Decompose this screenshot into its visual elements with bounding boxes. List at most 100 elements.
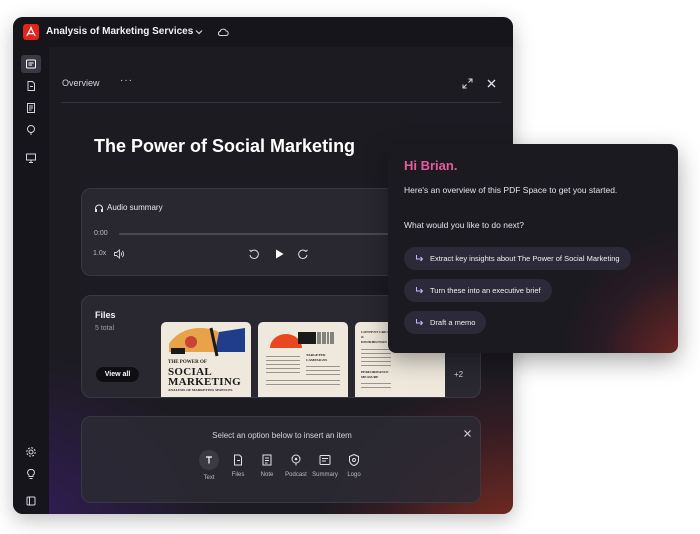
thumbnail-heading-2: CAMPAIGNS	[306, 358, 328, 362]
text-line	[361, 365, 391, 366]
presentation-icon	[26, 153, 36, 163]
suggestion-label: Draft a memo	[430, 318, 476, 327]
text-line	[361, 353, 391, 354]
logo-icon	[349, 453, 359, 467]
text-line	[306, 374, 340, 375]
insert-item-label: Text	[203, 475, 215, 481]
text-line	[266, 372, 300, 373]
thumbnail-artwork	[166, 326, 246, 357]
rewind-icon[interactable]	[248, 248, 260, 260]
insert-files-button[interactable]: Files	[223, 453, 253, 478]
assistant-panel: Hi Brian. Here's an overview of this PDF…	[388, 144, 678, 353]
text-line	[266, 364, 300, 365]
insert-item-card: Select an option below to insert an item…	[81, 416, 481, 503]
title-bar: Analysis of Marketing Services	[13, 17, 513, 47]
thumbnail-heading-1: THE POWER OF	[168, 360, 207, 365]
text-line	[306, 370, 340, 371]
insert-item-label: Summary	[312, 472, 338, 478]
insert-logo-button[interactable]: Logo	[339, 453, 369, 478]
sidebar-settings-button[interactable]	[23, 444, 39, 460]
thumbnail-heading-3: MARKETING	[168, 376, 241, 388]
thumbnail-heading-2: &	[361, 335, 364, 339]
expand-icon[interactable]	[462, 78, 473, 89]
close-icon[interactable]	[463, 429, 472, 438]
assistant-question: What would you like to do next?	[404, 220, 525, 230]
more-options-button[interactable]: ···	[120, 75, 133, 86]
assistant-intro: Here's an overview of this PDF Space to …	[404, 185, 618, 195]
headphones-icon	[95, 204, 103, 212]
text-line	[361, 361, 391, 362]
cloud-icon[interactable]	[216, 25, 230, 39]
lightbulb-icon	[27, 469, 35, 479]
insert-prompt: Select an option below to insert an item	[212, 431, 352, 440]
summary-icon	[319, 455, 331, 465]
play-icon[interactable]	[273, 248, 285, 260]
document-title[interactable]: Analysis of Marketing Services	[46, 26, 193, 37]
sidebar-toggle-button[interactable]	[23, 493, 39, 509]
text-line	[266, 360, 300, 361]
page-title: The Power of Social Marketing	[94, 136, 356, 156]
text-line	[266, 356, 300, 357]
suggestion-chip[interactable]: Extract key insights about The Power of …	[404, 247, 631, 270]
text-icon	[199, 450, 219, 470]
sidebar-overview-button[interactable]	[21, 55, 41, 73]
text-line	[361, 387, 391, 388]
chevron-down-icon[interactable]	[193, 26, 205, 38]
suggestion-label: Turn these into an executive brief	[430, 286, 541, 295]
thumbnail-heading-3: DISTRIBUTION	[361, 340, 387, 344]
sidebar-present-button[interactable]	[23, 150, 39, 166]
fast-forward-icon[interactable]	[297, 248, 309, 260]
text-line	[266, 368, 300, 369]
volume-icon[interactable]	[113, 248, 125, 260]
file-thumbnail[interactable]: TARGETED CAMPAIGNS	[258, 322, 348, 397]
files-icon	[27, 81, 35, 91]
suggestion-chip[interactable]: Draft a memo	[404, 311, 487, 334]
thumbnail-heading-5: MEASURE	[361, 375, 379, 379]
sidebar-podcast-button[interactable]	[23, 122, 39, 138]
audio-summary-label: Audio summary	[107, 203, 163, 212]
acrobat-logo-icon	[23, 24, 39, 40]
text-line	[266, 384, 340, 385]
reply-arrow-icon	[416, 287, 424, 294]
suggestion-label: Extract key insights about The Power of …	[430, 254, 620, 263]
insert-note-button[interactable]: Note	[252, 453, 282, 478]
left-sidebar	[13, 47, 49, 514]
thumbnail-artwork	[270, 332, 334, 348]
insert-podcast-button[interactable]: Podcast	[281, 453, 311, 478]
files-title: Files	[95, 310, 116, 320]
sidebar-files-button[interactable]	[23, 78, 39, 94]
more-files-count[interactable]: +2	[454, 370, 463, 379]
insert-item-label: Files	[231, 472, 245, 478]
close-icon[interactable]	[486, 78, 497, 89]
reply-arrow-icon	[416, 255, 424, 262]
sidebar-tips-button[interactable]	[23, 466, 39, 482]
text-line	[361, 383, 391, 384]
text-line	[361, 357, 391, 358]
thumbnail-heading-4: PERFORMANCE	[361, 370, 389, 374]
reply-arrow-icon	[416, 319, 424, 326]
thumbnail-subtitle: ANALYSIS OF MARKETING SERVICES	[168, 388, 233, 392]
insert-item-label: Logo	[347, 472, 361, 478]
insert-summary-button[interactable]: Summary	[310, 453, 340, 478]
file-thumbnail[interactable]: THE POWER OF SOCIAL MARKETING ANALYSIS O…	[161, 322, 251, 397]
text-line	[306, 366, 340, 367]
assistant-greeting: Hi Brian.	[404, 158, 458, 173]
note-icon	[262, 454, 272, 466]
playback-speed-button[interactable]: 1.0x	[93, 250, 106, 257]
suggestion-chip[interactable]: Turn these into an executive brief	[404, 279, 552, 302]
tab-overview[interactable]: Overview	[62, 78, 100, 88]
audio-time: 0:00	[94, 230, 108, 237]
view-all-button[interactable]: View all	[95, 366, 140, 383]
gear-icon	[26, 447, 36, 457]
insert-item-label: Podcast	[285, 472, 307, 478]
insert-text-button[interactable]: Text	[194, 450, 224, 481]
files-count: 5 total	[95, 325, 115, 332]
sidebar-notes-button[interactable]	[23, 100, 39, 116]
insert-item-label: Note	[260, 472, 274, 478]
overview-icon	[26, 59, 36, 69]
note-icon	[27, 103, 35, 113]
text-line	[361, 349, 391, 350]
header-divider	[61, 102, 501, 103]
podcast-icon	[27, 125, 35, 135]
podcast-icon	[291, 454, 301, 466]
